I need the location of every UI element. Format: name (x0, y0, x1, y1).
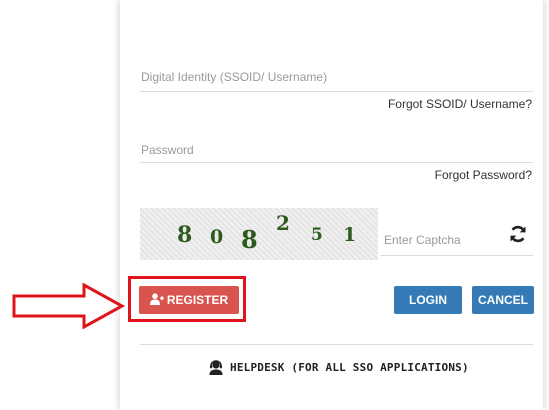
forgot-password-link[interactable]: Forgot Password? (435, 168, 532, 182)
username-underline (140, 91, 533, 92)
login-card (120, 0, 543, 410)
password-underline (140, 162, 533, 163)
cancel-button[interactable]: CANCEL (472, 286, 534, 314)
captcha-digit: 0 (210, 226, 224, 248)
register-button[interactable]: REGISTER (139, 286, 239, 314)
forgot-username-link[interactable]: Forgot SSOID/ Username? (388, 97, 532, 111)
helpdesk-label: HELPDESK (FOR ALL SSO APPLICATIONS) (230, 360, 469, 374)
password-input[interactable]: Password (141, 143, 194, 157)
captcha-digit: 1 (343, 224, 357, 246)
captcha-digit: 5 (311, 225, 323, 245)
sso-login-page: Digital Identity (SSOID/ Username) Forgo… (0, 0, 549, 410)
cancel-label: CANCEL (478, 293, 528, 307)
register-label: REGISTER (166, 293, 229, 307)
captcha-digit: 2 (276, 211, 290, 235)
captcha-digit: 8 (241, 225, 258, 254)
right-arrow-icon (12, 283, 126, 329)
captcha-underline (380, 255, 533, 256)
helpdesk-link[interactable]: HELPDESK (FOR ALL SSO APPLICATIONS) (208, 357, 469, 377)
login-button[interactable]: LOGIN (394, 286, 462, 314)
login-label: LOGIN (409, 293, 447, 307)
captcha-digit: 8 (177, 222, 193, 248)
captcha-image: 8 0 8 2 5 1 (140, 208, 378, 260)
captcha-input[interactable]: Enter Captcha (384, 233, 461, 247)
support-agent-icon (209, 360, 223, 375)
divider (140, 344, 533, 345)
username-input[interactable]: Digital Identity (SSOID/ Username) (141, 70, 327, 84)
add-user-icon (149, 293, 164, 305)
refresh-icon[interactable] (508, 224, 528, 244)
